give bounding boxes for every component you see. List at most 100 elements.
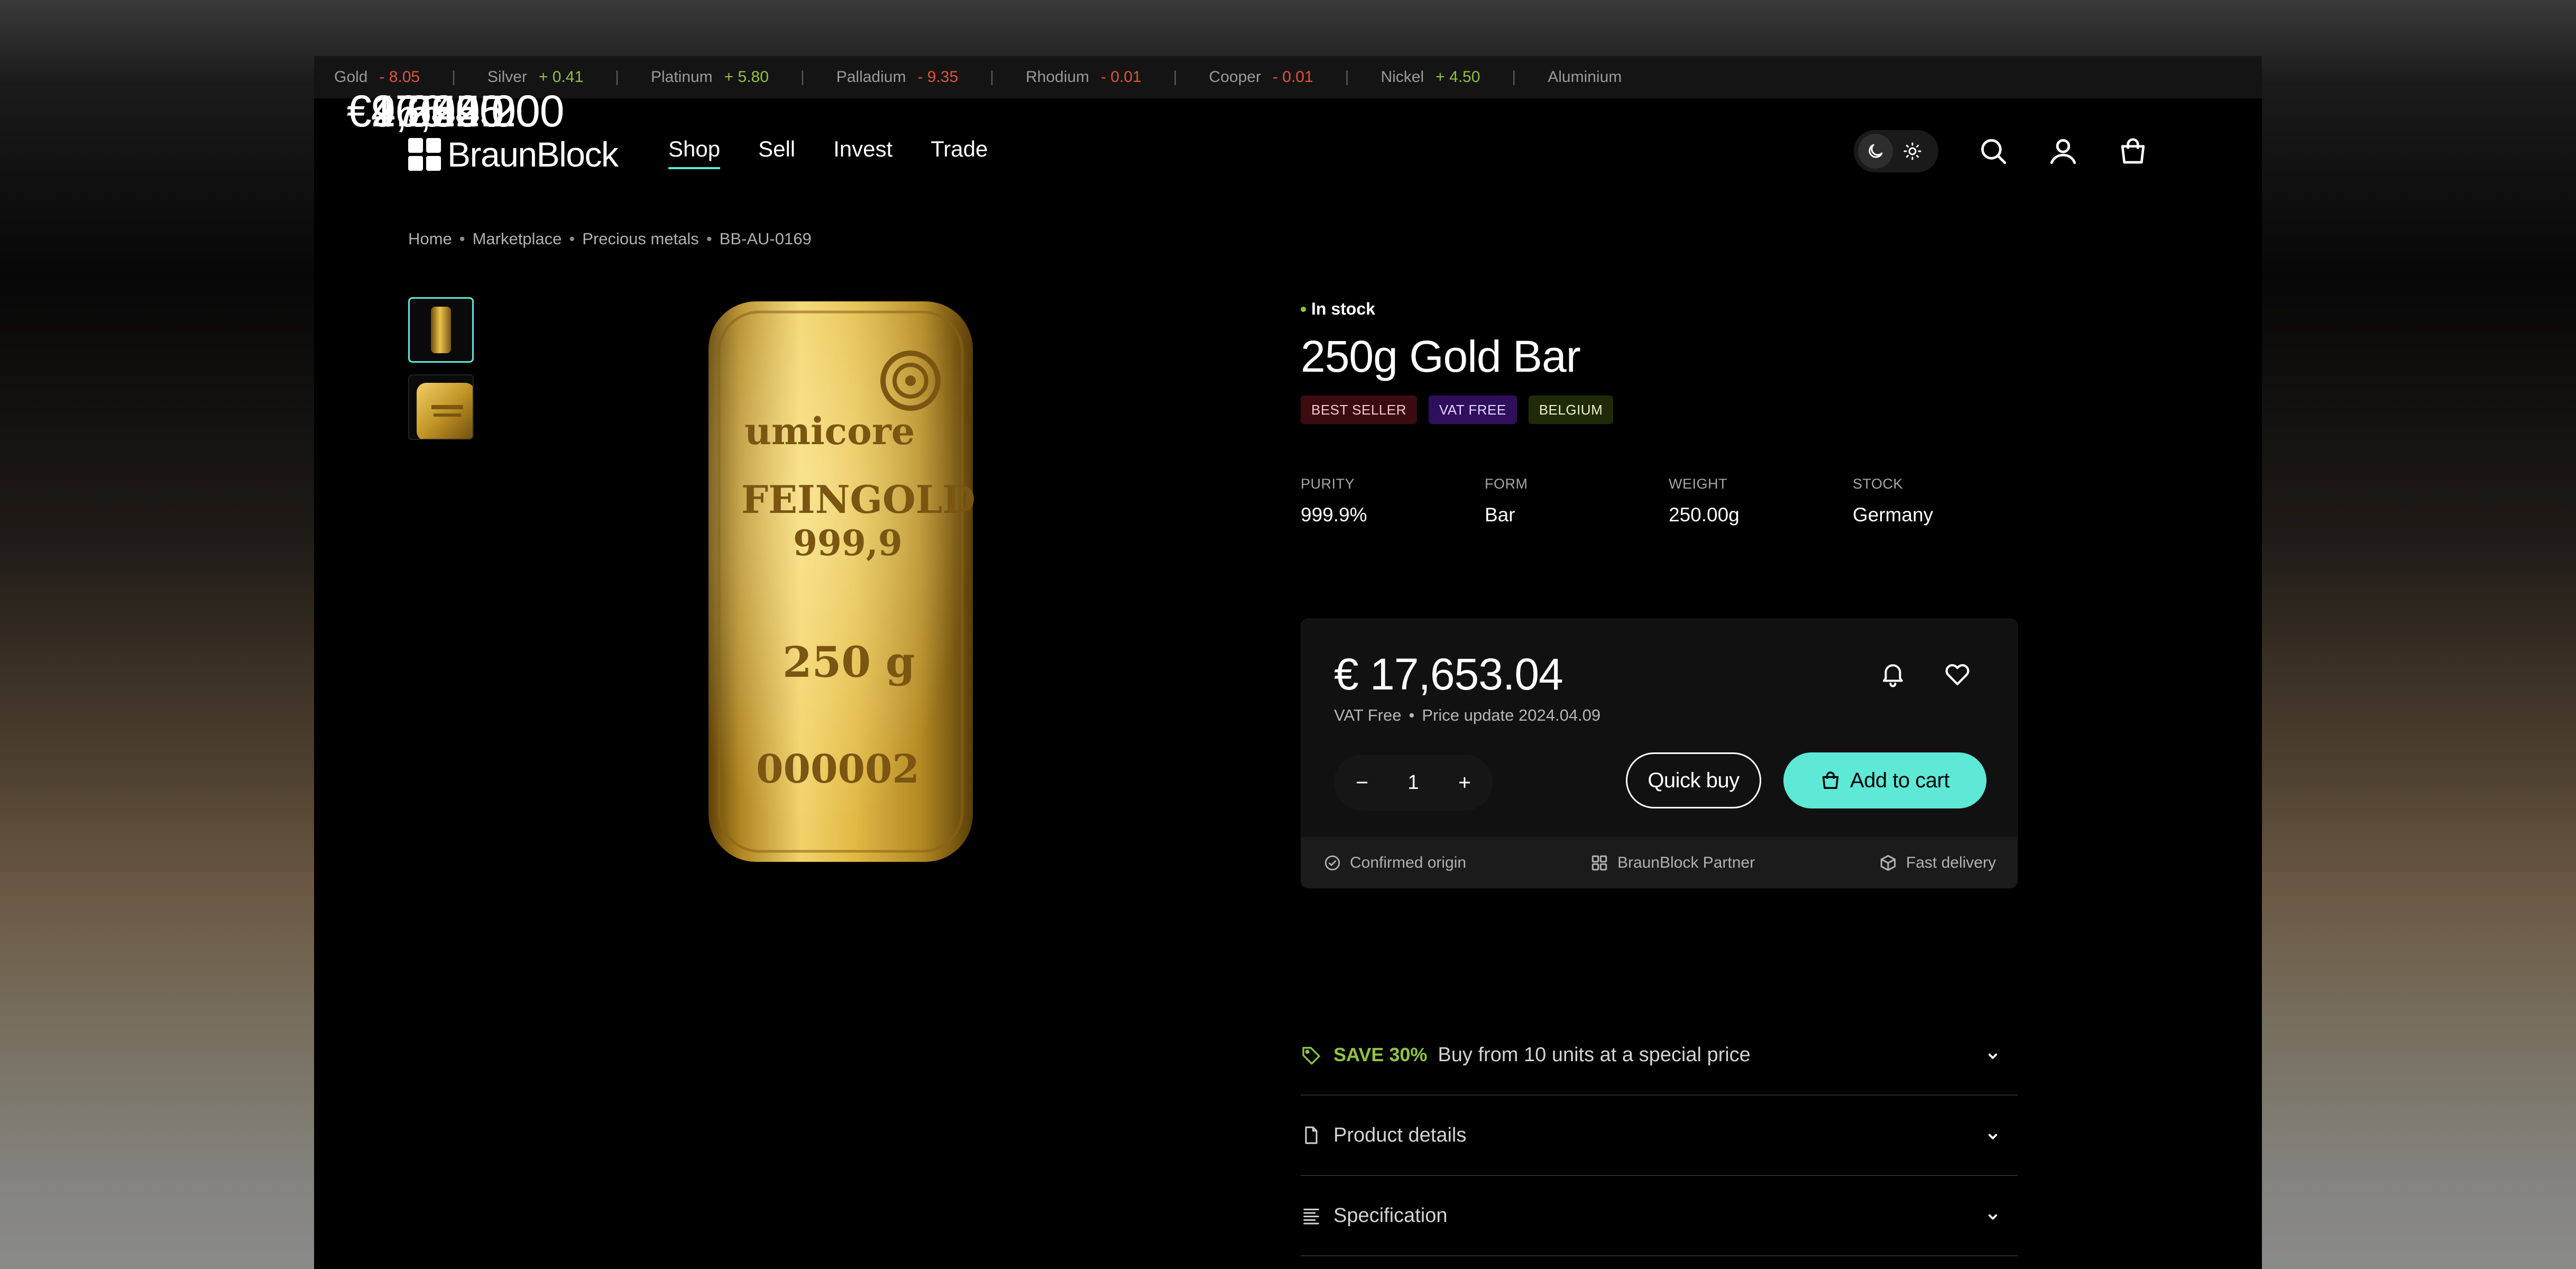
theme-toggle[interactable] [1854, 130, 1938, 172]
price-ticker: Gold €2,629.00 - 8.05 | Silver €26.40 + … [314, 56, 2262, 136]
product-specs: PURITY 999.9% FORM Bar WEIGHT 250.00g ST… [1301, 476, 2037, 526]
decrement-button[interactable] [1350, 770, 1374, 795]
ticker-separator: | [452, 68, 456, 86]
ticker-metal-change: - 0.01 [1101, 68, 1142, 86]
quantity-stepper: 1 [1334, 755, 1493, 811]
bar-engraving-weight: 250 g [783, 637, 915, 687]
ticker-item[interactable]: Nickel €16,825.00 + 4.50 | [347, 68, 1548, 136]
feature-label: BraunBlock Partner [1617, 854, 1755, 871]
ticker-metal-name: Rhodium [1025, 68, 1090, 86]
status-dot-icon [1301, 306, 1306, 312]
spec-value: Bar [1485, 504, 1515, 526]
nav-item-shop[interactable]: Shop [668, 136, 721, 169]
feature-fast-delivery: Fast delivery [1879, 853, 1996, 872]
ticker-item[interactable]: Silver €26.40 + 0.41 | [347, 68, 651, 136]
user-icon[interactable] [2047, 135, 2079, 167]
ticker-separator: | [1345, 68, 1349, 86]
product-badges: BEST SELLER VAT FREE BELGIUM [1301, 396, 1614, 424]
grid-icon [1591, 855, 1607, 871]
ticker-item[interactable]: Rhodium €4,525.00 - 0.01 | [347, 68, 1209, 136]
main-nav: Shop Sell Invest Trade [668, 136, 1026, 169]
product-title: 250g Gold Bar [1301, 332, 1581, 381]
stock-status: In stock [1301, 299, 1375, 319]
product-main-image: umicore FEINGOLD 999,9 250 g 000002 [703, 296, 978, 867]
chevron-down-icon [1985, 1048, 2001, 1064]
purchase-card-footer: Confirmed origin BraunBlock Partner Fast… [1301, 837, 2017, 888]
ticker-metal-change: - 9.35 [917, 68, 959, 86]
bar-engraving-brand: umicore [744, 409, 915, 453]
spec-value: Germany [1853, 504, 1934, 526]
price-meta: VAT Free • Price update 2024.04.09 [1334, 706, 1601, 724]
app-window: Gold €2,629.00 - 8.05 | Silver €26.40 + … [314, 56, 2262, 1269]
tag-icon [1301, 1044, 1322, 1065]
shopping-bag-icon [1822, 771, 1839, 789]
nav-item-trade[interactable]: Trade [931, 136, 988, 169]
breadcrumb-precious-metals[interactable]: Precious metals [582, 229, 699, 249]
moon-icon[interactable] [1858, 134, 1893, 169]
chevron-down-icon [1985, 1128, 2001, 1144]
bell-icon[interactable] [1874, 655, 1911, 692]
accordion-bulk-discount[interactable]: SAVE 30% Buy from 10 units at a special … [1301, 1015, 2018, 1096]
add-to-cart-button[interactable]: Add to cart [1783, 752, 1986, 808]
breadcrumb-home[interactable]: Home [408, 229, 452, 249]
discount-text: Buy from 10 units at a special price [1438, 1043, 1751, 1066]
search-icon[interactable] [1977, 135, 2009, 167]
ticker-metal-change: + 4.50 [1436, 68, 1480, 86]
spec-label: WEIGHT [1669, 476, 1727, 492]
vat-label: VAT Free [1334, 706, 1402, 724]
ticker-metal-name: Nickel [1381, 68, 1424, 86]
spec-value: 999.9% [1301, 504, 1367, 526]
nav-item-invest[interactable]: Invest [833, 136, 893, 169]
brand-logo[interactable]: BraunBlock [408, 134, 619, 174]
ticker-item[interactable]: Aluminium €2,2 [347, 68, 1633, 136]
package-icon [1880, 855, 1896, 871]
list-icon [1301, 1205, 1322, 1226]
ticker-item[interactable]: Platinum €976.40 + 5.80 | [347, 68, 836, 136]
gallery-thumbnail-1[interactable] [408, 297, 474, 363]
brand-name: BraunBlock [447, 135, 619, 174]
ticker-separator: | [1173, 68, 1177, 86]
spec-stock: STOCK Germany [1853, 476, 2037, 526]
breadcrumb-current-sku: BB-AU-0169 [719, 229, 812, 248]
discount-highlight: SAVE 30% [1333, 1044, 1428, 1065]
bar-engraving-line2: 999,9 [793, 522, 903, 564]
check-circle-icon [1324, 855, 1340, 871]
quantity-value[interactable]: 1 [1407, 771, 1419, 794]
ticker-item[interactable]: Gold €2,629.00 - 8.05 | [334, 68, 540, 136]
accordion-specification[interactable]: Specification [1301, 1176, 2018, 1256]
spec-form: FORM Bar [1485, 476, 1669, 526]
ticker-metal-name: Aluminium [1548, 68, 1622, 86]
price-update-label: Price update 2024.04.09 [1422, 706, 1601, 724]
nav-item-sell[interactable]: Sell [758, 136, 795, 169]
sun-icon[interactable] [1895, 134, 1930, 169]
ticker-metal-change: - 8.05 [379, 68, 420, 86]
ticker-metal-name: Cooper [1209, 68, 1261, 86]
breadcrumb-marketplace[interactable]: Marketplace [473, 229, 562, 249]
spec-value: 250.00g [1669, 504, 1740, 526]
shopping-bag-icon[interactable] [2117, 135, 2149, 167]
accordion-label: Specification [1333, 1204, 1448, 1227]
ticker-metal-change: + 0.41 [538, 68, 584, 86]
ticker-item[interactable]: Palladium €1,255.20 - 9.35 | [347, 68, 1026, 136]
spec-label: PURITY [1301, 476, 1355, 492]
spec-purity: PURITY 999.9% [1301, 476, 1485, 526]
badge-origin: BELGIUM [1528, 396, 1614, 424]
bar-engraving-serial: 000002 [756, 747, 919, 792]
quick-buy-button[interactable]: Quick buy [1626, 752, 1761, 808]
heart-icon[interactable] [1939, 655, 1976, 692]
bar-engraving-line1: FEINGOLD [741, 477, 976, 522]
accordion-label: Product details [1333, 1124, 1467, 1146]
add-to-cart-label: Add to cart [1850, 768, 1949, 792]
gallery-thumbnail-2[interactable] [408, 374, 474, 440]
accordion-product-details[interactable]: Product details [1301, 1096, 2018, 1176]
ticker-metal-name: Gold [334, 68, 368, 86]
ticker-separator: | [800, 68, 805, 86]
ticker-separator: | [615, 68, 619, 86]
spec-weight: WEIGHT 250.00g [1669, 476, 1853, 526]
feature-confirmed-origin: Confirmed origin [1323, 854, 1466, 872]
increment-button[interactable] [1452, 770, 1477, 795]
chevron-down-icon [1985, 1209, 2001, 1225]
product-price: € 17,653.04 [1334, 649, 1563, 699]
spec-label: STOCK [1853, 476, 1903, 492]
ticker-item[interactable]: Cooper €4.90 - 0.01 | [347, 68, 1381, 136]
